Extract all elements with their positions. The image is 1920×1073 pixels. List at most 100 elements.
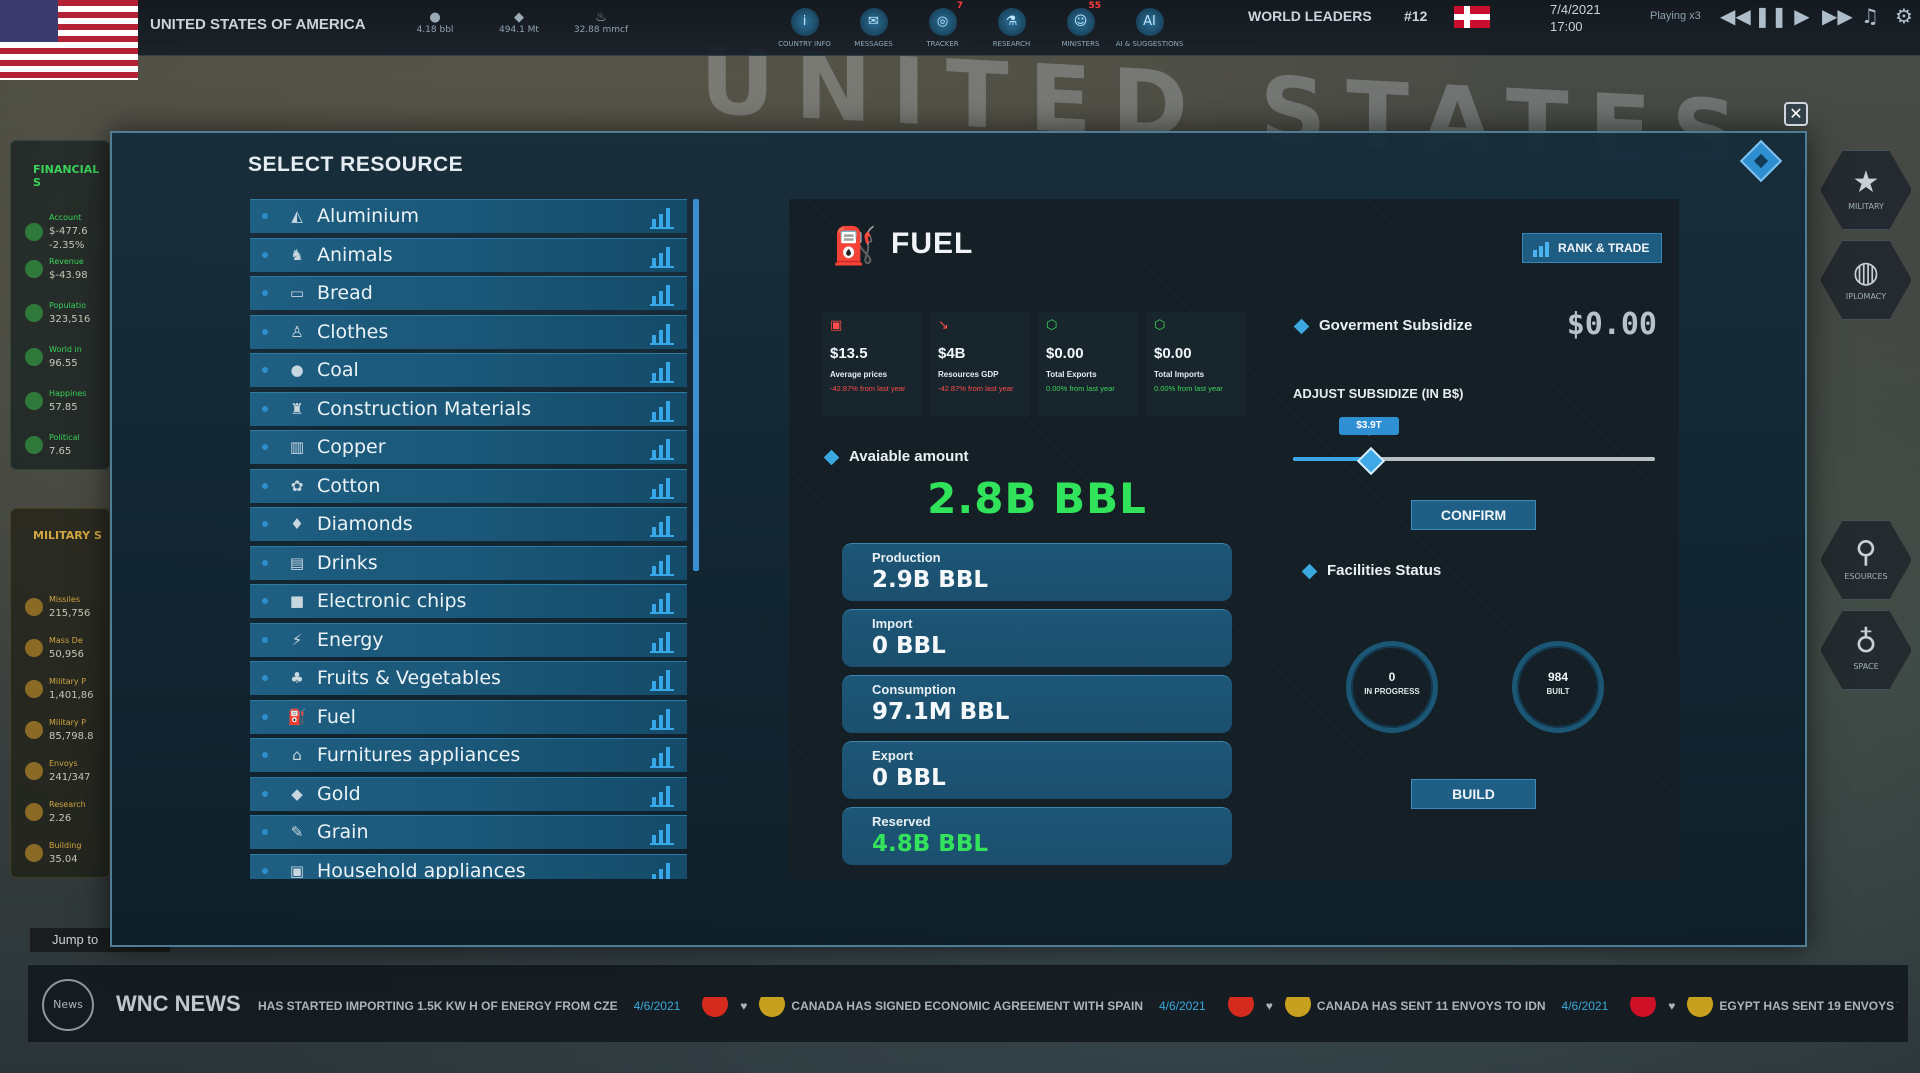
nav-ministers[interactable]: ☺ MINISTERS 55 [1046, 0, 1115, 56]
resource-item-gold[interactable]: ◆ Gold [250, 776, 687, 811]
resource-item-fruits-vegetables[interactable]: ♣ Fruits & Vegetables [250, 661, 687, 695]
subsidize-slider[interactable] [1293, 457, 1655, 461]
resource-name: Fuel [317, 705, 356, 728]
military-row-value: 215,756 [49, 608, 91, 619]
in-progress-value: 0 [1388, 670, 1396, 684]
fast-forward-icon[interactable]: ▶▶ [1822, 4, 1853, 28]
resource-item-diamonds[interactable]: ♦ Diamonds [250, 507, 687, 541]
resource-item-coal[interactable]: ● Coal [250, 353, 687, 387]
resource-item-drinks[interactable]: ▤ Drinks [250, 545, 687, 580]
bar-chart-icon[interactable] [650, 282, 674, 306]
stat-icon [25, 639, 43, 657]
resource-item-cotton[interactable]: ✿ Cotton [250, 468, 687, 503]
resource-list-scrollbar[interactable] [693, 199, 699, 571]
fuel-pump-icon: ⛽ [287, 707, 307, 726]
resource-item-grain[interactable]: ✎ Grain [250, 815, 687, 849]
resource-name: Electronic chips [317, 590, 467, 612]
nav-ai[interactable]: AI AI & SUGGESTIONS [1115, 0, 1184, 56]
resource-name: Aluminium [317, 205, 419, 227]
diamond-bullet-icon [823, 449, 840, 465]
stat-icon [25, 598, 43, 616]
resource-name: Energy [317, 628, 384, 651]
resource-item-energy[interactable]: ⚡ Energy [250, 622, 687, 657]
resource-item-construction-materials[interactable]: ♜ Construction Materials [250, 391, 687, 426]
bar-chart-icon[interactable] [650, 321, 674, 345]
military-row-label: Envoys [49, 759, 78, 768]
nav-messages[interactable]: ✉ MESSAGES [839, 0, 908, 56]
resource-item-clothes[interactable]: ♙ Clothes [250, 314, 687, 349]
resource-item-furnitures-appliances[interactable]: ⌂ Furnitures appliances [250, 738, 687, 772]
nav-tracker[interactable]: ◎ TRACKER 7 [908, 0, 977, 56]
resources-icon: ⚲ [1855, 535, 1877, 570]
stat-icon [25, 392, 43, 410]
military-panel[interactable]: MILITARY S Missiles 215,756 Mass De 50,956 M… [10, 508, 110, 878]
world-leaders-link[interactable]: WORLD LEADERS [1248, 8, 1372, 24]
bar-chart-icon[interactable] [650, 475, 674, 499]
military-row: Military P 85,798.8 [25, 716, 94, 744]
stat-icon [25, 680, 43, 698]
bar-chart-icon[interactable] [650, 629, 674, 653]
military-row-label: Military P [49, 718, 86, 727]
bar-chart-icon[interactable] [650, 590, 674, 614]
financial-panel[interactable]: FINANCIAL S Account $-477.6 -2.35% Revenue $… [10, 140, 110, 470]
bullet-icon [262, 636, 268, 643]
resource-item-copper[interactable]: ▥ Copper [250, 430, 687, 464]
bar-chart-icon[interactable] [650, 244, 674, 268]
news-date: 4/6/2021 [1561, 999, 1609, 1014]
amount-row-consumption: Consumption 97.1M BBL [842, 675, 1232, 733]
financial-row: Account $-477.6 -2.35% [25, 211, 88, 253]
resource-item-fuel[interactable]: ⛽ Fuel [250, 699, 687, 734]
bar-chart-icon[interactable] [650, 436, 674, 460]
bar-chart-icon[interactable] [650, 744, 674, 768]
built-value: 984 [1547, 670, 1569, 684]
slider-handle[interactable] [1358, 448, 1380, 470]
amount-row-label: Consumption [872, 682, 956, 697]
facilities-status-label: Facilities Status [1301, 562, 1441, 579]
bar-chart-icon[interactable] [650, 667, 674, 691]
gov-subsidize-label: Goverment Subsidize [1293, 317, 1472, 334]
diamond-icon: ♦ [290, 515, 304, 533]
financial-row: Revenue $-43.98 [25, 255, 88, 283]
rewind-icon[interactable]: ◀◀ [1720, 4, 1751, 28]
pause-icon[interactable]: ❚❚ [1754, 4, 1788, 28]
news-item: CANADA HAS SIGNED ECONOMIC AGREEMENT WIT… [791, 999, 1143, 1014]
resource-item-animals[interactable]: ♞ Animals [250, 237, 687, 272]
bar-chart-icon[interactable] [650, 398, 674, 422]
ore-stat: ◆ 494.1 Mt [484, 10, 554, 35]
bar-chart-icon[interactable] [650, 513, 674, 537]
play-icon[interactable]: ▶ [1788, 4, 1816, 28]
bullet-icon [262, 328, 268, 335]
close-icon[interactable]: ✕ [1784, 102, 1808, 126]
confirm-button[interactable]: CONFIRM [1411, 500, 1536, 530]
resource-item-household-appliances[interactable]: ▣ Household appliances [250, 853, 687, 880]
bar-chart-icon[interactable] [650, 359, 674, 383]
bar-chart-icon[interactable] [650, 205, 674, 229]
resource-name: Drinks [317, 551, 378, 574]
bar-chart-icon[interactable] [650, 706, 674, 730]
bar-chart-icon[interactable] [650, 783, 674, 807]
financial-row: Political 7.65 [25, 431, 80, 459]
fuel-pump-icon: ⛽ [832, 226, 877, 267]
music-icon[interactable]: ♫ [1856, 4, 1884, 28]
nav-info[interactable]: i COUNTRY INFO [770, 0, 839, 56]
nav-research[interactable]: ⚗ RESEARCH [977, 0, 1046, 56]
stat-icon [25, 803, 43, 821]
bar-chart-icon[interactable] [650, 821, 674, 845]
bar-chart-icon[interactable] [650, 552, 674, 576]
settings-gear-icon[interactable]: ⚙ [1890, 4, 1918, 28]
heart-icon: ♥ [740, 999, 748, 1014]
stat-icon [25, 721, 43, 739]
military-row-value: 85,798.8 [49, 731, 94, 742]
resource-list[interactable]: ◭ Aluminium ♞ Animals ▭ Bread ♙ Clothes ● Coal ♜ Co… [250, 199, 688, 879]
resource-item-aluminium[interactable]: ◭ Aluminium [250, 199, 687, 233]
gas-flame-icon: ♨ [595, 10, 607, 25]
resource-item-bread[interactable]: ▭ Bread [250, 276, 687, 310]
country-flag[interactable] [0, 0, 138, 80]
stat-value: $0.00 [1046, 345, 1084, 362]
rank-trade-button[interactable]: RANK & TRADE [1522, 233, 1662, 263]
resource-name: Household appliances [317, 859, 526, 880]
resource-item-electronic-chips[interactable]: ■ Electronic chips [250, 584, 687, 618]
military-row-value: 1,401,86 [49, 690, 94, 701]
bar-chart-icon[interactable] [650, 860, 674, 879]
build-button[interactable]: BUILD [1411, 779, 1536, 809]
